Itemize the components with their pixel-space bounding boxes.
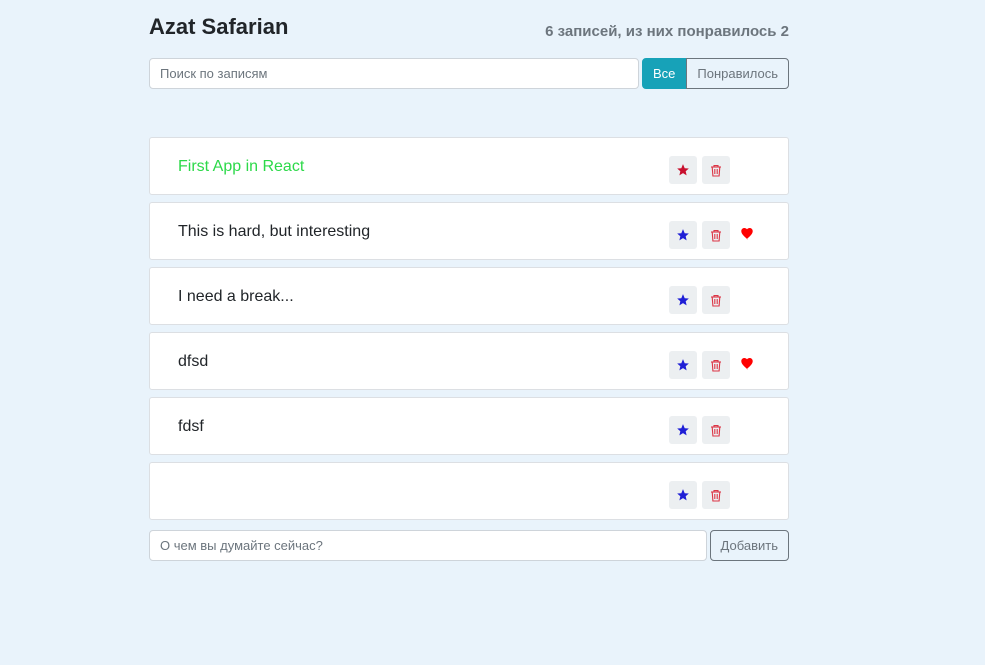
filter-group: Все Понравилось	[641, 58, 789, 89]
post-actions	[669, 221, 754, 249]
app-root: Azat Safarian 6 записей, из них понравил…	[149, 0, 789, 561]
trash-icon	[710, 359, 722, 372]
star-button[interactable]	[669, 416, 697, 444]
filter-liked-button[interactable]: Понравилось	[686, 58, 789, 89]
post-list-item: dfsd	[149, 332, 789, 390]
post-actions	[669, 351, 754, 379]
trash-icon	[710, 164, 722, 177]
post-label[interactable]: This is hard, but interesting	[178, 223, 370, 241]
filter-all-button[interactable]: Все	[641, 58, 687, 89]
app-title: Azat Safarian	[149, 14, 289, 39]
star-icon	[676, 163, 690, 177]
delete-button[interactable]	[702, 351, 730, 379]
post-list-item: This is hard, but interesting	[149, 202, 789, 260]
star-button[interactable]	[669, 286, 697, 314]
post-add-form: Добавить	[149, 530, 789, 561]
delete-button[interactable]	[702, 156, 730, 184]
trash-icon	[710, 294, 722, 307]
post-label[interactable]: I need a break...	[178, 288, 294, 306]
star-button[interactable]	[669, 351, 697, 379]
heart-icon	[740, 228, 754, 240]
post-actions	[669, 286, 735, 314]
post-label[interactable]: First App in React	[178, 158, 304, 176]
post-actions	[669, 481, 735, 509]
post-actions	[669, 416, 735, 444]
star-icon	[676, 358, 690, 372]
delete-button[interactable]	[702, 221, 730, 249]
trash-icon	[710, 424, 722, 437]
post-actions	[669, 156, 735, 184]
delete-button[interactable]	[702, 286, 730, 314]
post-label[interactable]: dfsd	[178, 353, 208, 371]
add-post-button[interactable]: Добавить	[709, 530, 789, 561]
app-header: Azat Safarian 6 записей, из них понравил…	[149, 0, 789, 58]
star-button[interactable]	[669, 221, 697, 249]
star-icon	[676, 488, 690, 502]
post-list-item: fdsf	[149, 397, 789, 455]
search-input[interactable]	[149, 58, 639, 89]
star-icon	[676, 293, 690, 307]
star-icon	[676, 423, 690, 437]
star-icon	[676, 228, 690, 242]
star-button[interactable]	[669, 481, 697, 509]
trash-icon	[710, 229, 722, 242]
post-list-item: First App in React	[149, 137, 789, 195]
trash-icon	[710, 489, 722, 502]
delete-button[interactable]	[702, 416, 730, 444]
post-count-summary: 6 записей, из них понравилось 2	[545, 22, 789, 40]
heart-icon	[740, 358, 754, 370]
delete-button[interactable]	[702, 481, 730, 509]
new-post-input[interactable]	[149, 530, 707, 561]
post-list-item: I need a break...	[149, 267, 789, 325]
post-list: First App in React This is hard, but inte…	[149, 137, 789, 520]
search-panel: Все Понравилось	[149, 58, 789, 89]
post-label[interactable]: fdsf	[178, 418, 204, 436]
post-list-item	[149, 462, 789, 520]
star-button[interactable]	[669, 156, 697, 184]
